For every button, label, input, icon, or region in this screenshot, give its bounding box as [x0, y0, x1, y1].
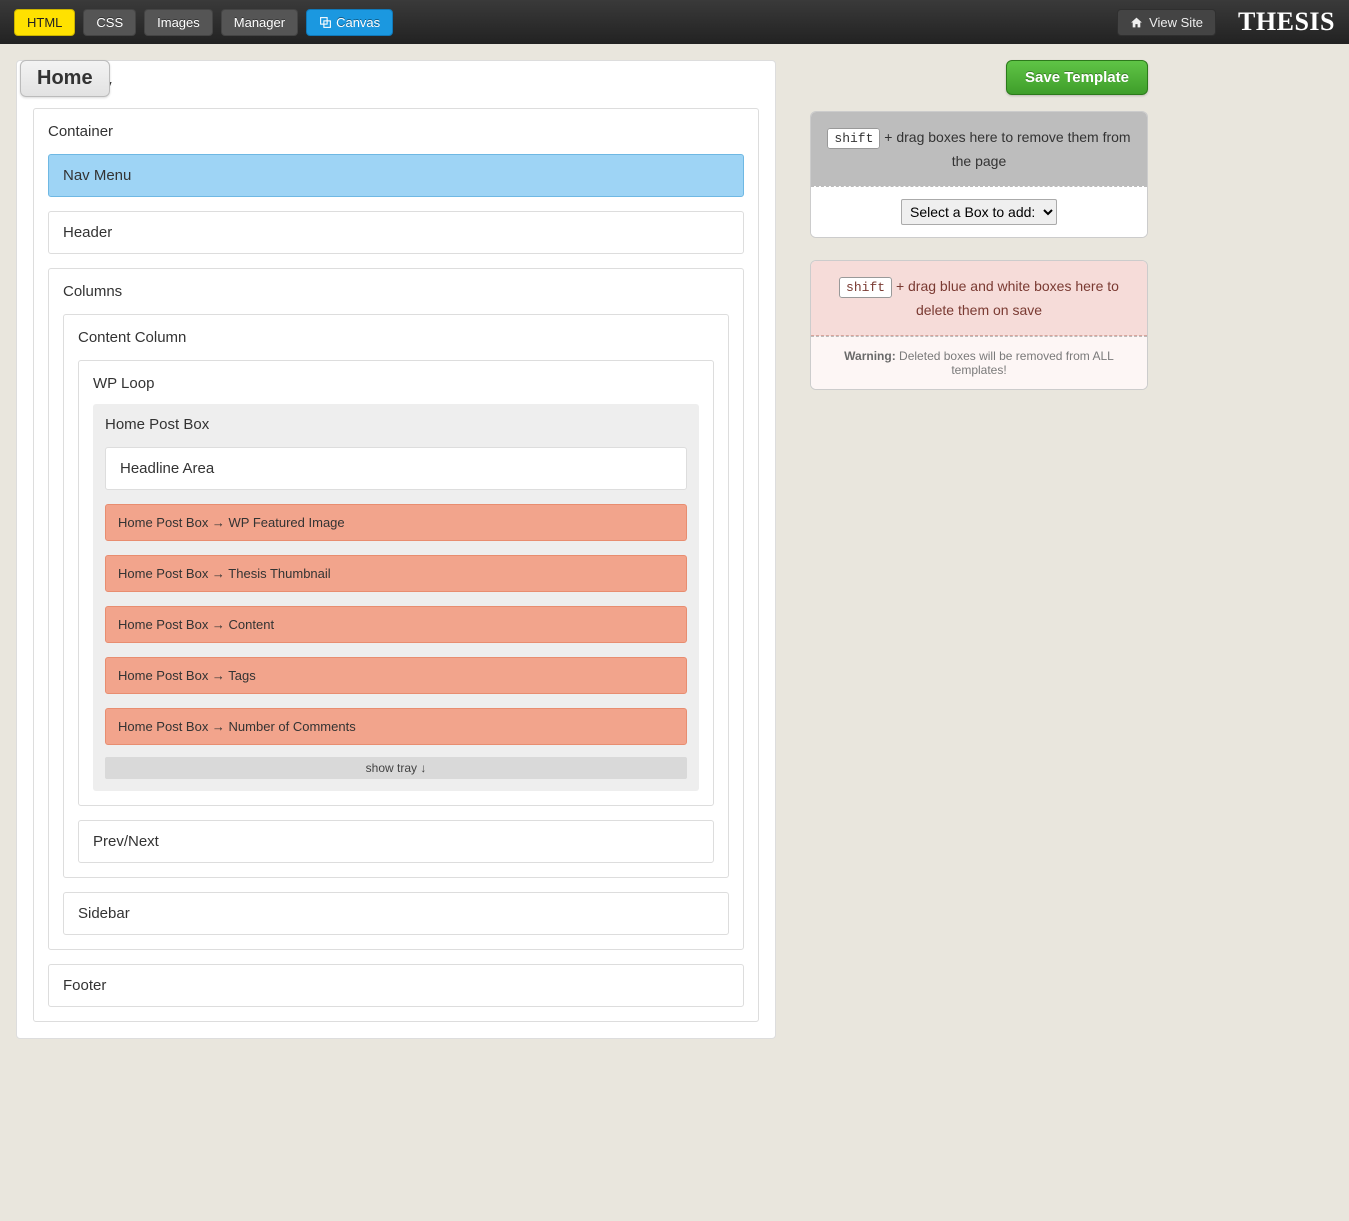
box-footer-label: Footer	[63, 977, 729, 994]
box-hook-content[interactable]: Home Post Box → Content	[105, 606, 687, 643]
save-template-button[interactable]: Save Template	[1006, 60, 1148, 95]
remove-drop-tail: + drag boxes here to remove them from th…	[880, 129, 1130, 169]
tab-css[interactable]: CSS	[83, 9, 136, 36]
html-body-label: HTML Body	[33, 77, 759, 94]
box-hook-label: Home Post Box → Number of Comments	[118, 719, 674, 734]
side-header-row: Save Template	[810, 60, 1148, 95]
shift-key-badge: shift	[827, 128, 880, 149]
box-headline-area-label: Headline Area	[120, 460, 672, 477]
box-hook-label: Home Post Box → Content	[118, 617, 674, 632]
show-tray-toggle[interactable]: show tray ↓	[105, 757, 687, 779]
side-column: Save Template shift + drag boxes here to…	[810, 60, 1148, 412]
box-home-post-box-label: Home Post Box	[105, 416, 687, 433]
delete-drop-text: shift + drag blue and white boxes here t…	[811, 261, 1147, 336]
tab-html[interactable]: HTML	[14, 9, 75, 36]
warning-label: Warning:	[844, 349, 896, 363]
tab-images[interactable]: Images	[144, 9, 213, 36]
box-prev-next-label: Prev/Next	[93, 833, 699, 850]
box-hook-thesis-thumbnail[interactable]: Home Post Box → Thesis Thumbnail	[105, 555, 687, 592]
remove-drop-panel[interactable]: shift + drag boxes here to remove them f…	[810, 111, 1148, 238]
box-columns-label: Columns	[63, 283, 729, 300]
box-footer[interactable]: Footer	[48, 964, 744, 1007]
box-container-label: Container	[48, 123, 744, 140]
box-prev-next[interactable]: Prev/Next	[78, 820, 714, 863]
box-nav-menu[interactable]: Nav Menu	[48, 154, 744, 197]
box-wp-loop-label: WP Loop	[93, 375, 699, 392]
view-site-button[interactable]: View Site	[1117, 9, 1216, 36]
box-hook-label: Home Post Box → Tags	[118, 668, 674, 683]
canvas-panel: HTML Body Container Nav Menu Header Colu…	[16, 60, 776, 1039]
add-box-row: Select a Box to add:	[811, 186, 1147, 237]
box-content-column[interactable]: Content Column WP Loop Home Post Box Hea…	[63, 314, 729, 878]
thesis-logo: THESIS	[1238, 7, 1335, 37]
tab-manager[interactable]: Manager	[221, 9, 298, 36]
warning-text: Deleted boxes will be removed from ALL t…	[896, 349, 1114, 377]
delete-warning-row: Warning: Deleted boxes will be removed f…	[811, 336, 1147, 389]
page-title[interactable]: Home	[20, 60, 110, 97]
box-columns[interactable]: Columns Content Column WP Loop Home Post…	[48, 268, 744, 950]
tab-canvas[interactable]: Canvas	[306, 9, 393, 36]
box-nav-menu-label: Nav Menu	[63, 167, 729, 184]
view-site-label: View Site	[1149, 15, 1203, 30]
delete-drop-tail: + drag blue and white boxes here to dele…	[892, 278, 1119, 318]
box-hook-num-comments[interactable]: Home Post Box → Number of Comments	[105, 708, 687, 745]
box-sidebar-label: Sidebar	[78, 905, 714, 922]
add-box-select[interactable]: Select a Box to add:	[901, 199, 1057, 225]
box-sidebar[interactable]: Sidebar	[63, 892, 729, 935]
box-container[interactable]: Container Nav Menu Header Columns Conten…	[33, 108, 759, 1022]
tab-canvas-label: Canvas	[336, 15, 380, 30]
box-hook-featured-image[interactable]: Home Post Box → WP Featured Image	[105, 504, 687, 541]
box-home-post-box-wrap: Home Post Box Headline Area Home Post Bo…	[93, 404, 699, 791]
layers-icon	[319, 16, 332, 29]
box-hook-label: Home Post Box → Thesis Thumbnail	[118, 566, 674, 581]
box-header-label: Header	[63, 224, 729, 241]
shift-key-badge: shift	[839, 277, 892, 298]
home-icon	[1130, 16, 1143, 29]
box-content-column-label: Content Column	[78, 329, 714, 346]
box-wp-loop[interactable]: WP Loop Home Post Box Headline Area Home…	[78, 360, 714, 806]
box-header[interactable]: Header	[48, 211, 744, 254]
remove-drop-text: shift + drag boxes here to remove them f…	[811, 112, 1147, 186]
box-headline-area[interactable]: Headline Area	[105, 447, 687, 490]
delete-drop-panel[interactable]: shift + drag blue and white boxes here t…	[810, 260, 1148, 390]
topbar: HTML CSS Images Manager Canvas View Site…	[0, 0, 1349, 44]
box-hook-label: Home Post Box → WP Featured Image	[118, 515, 674, 530]
content-area: HTML Body Container Nav Menu Header Colu…	[0, 44, 1349, 1055]
main-column: HTML Body Container Nav Menu Header Colu…	[16, 60, 776, 1039]
box-hook-tags[interactable]: Home Post Box → Tags	[105, 657, 687, 694]
